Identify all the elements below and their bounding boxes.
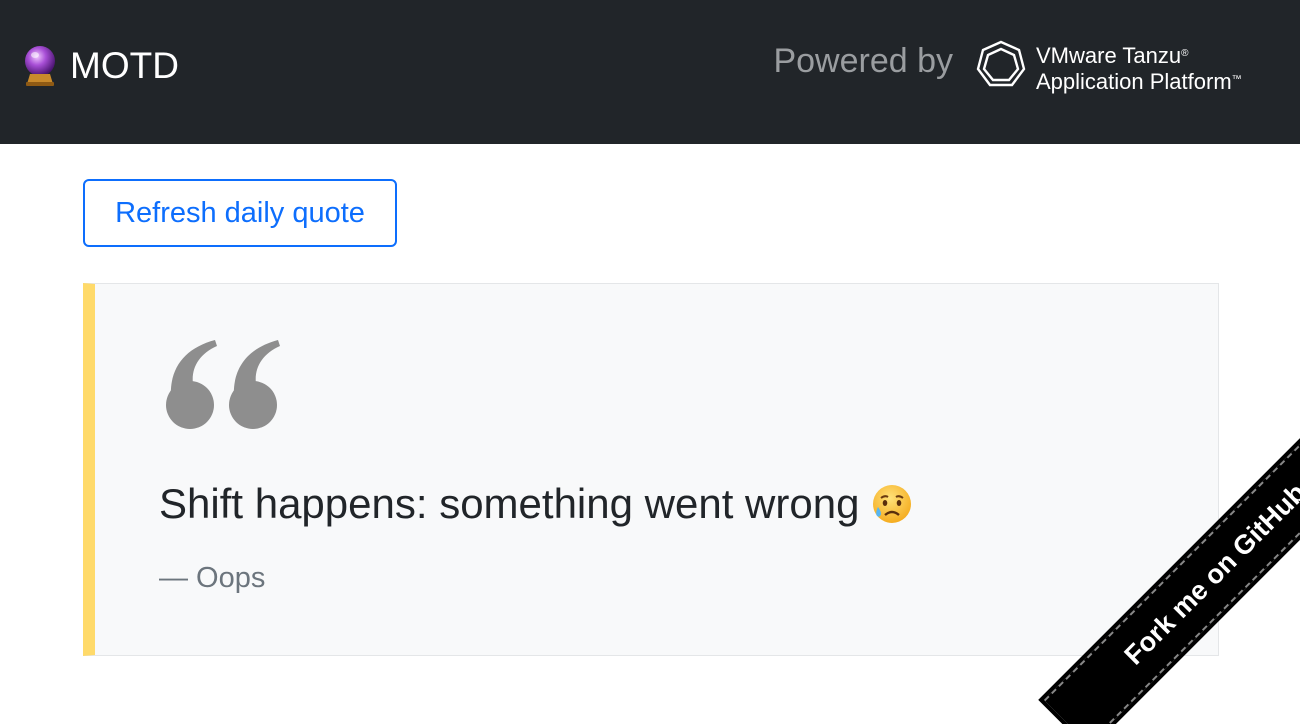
quote-mark-icon [163,338,293,438]
quote-author: — Oops [159,562,266,594]
crystal-ball-icon [22,44,58,88]
tanzu-line-1: VMware Tanzu [1036,42,1182,68]
sad-sweat-face-icon [871,483,913,525]
brand-title: MOTD [70,45,179,86]
quote-card: Shift happens: something went wrong — Oo… [83,283,1219,656]
powered-by-label: Powered by [773,42,953,80]
tanzu-heptagon-icon [976,40,1026,97]
trademark-mark: ™ [1231,73,1242,85]
brand-link[interactable]: MOTD [22,44,179,88]
quote-text-row: Shift happens: something went wrong [159,480,913,528]
tanzu-logo: VMware Tanzu® Application Platform™ [976,40,1242,97]
registered-mark: ® [1181,47,1189,59]
refresh-quote-button[interactable]: Refresh daily quote [83,179,397,247]
quote-text: Shift happens: something went wrong [159,480,860,527]
tanzu-line-2: Application Platform [1036,68,1232,94]
top-navbar: MOTD Powered by VMware Tanzu® Applicatio… [0,0,1300,144]
